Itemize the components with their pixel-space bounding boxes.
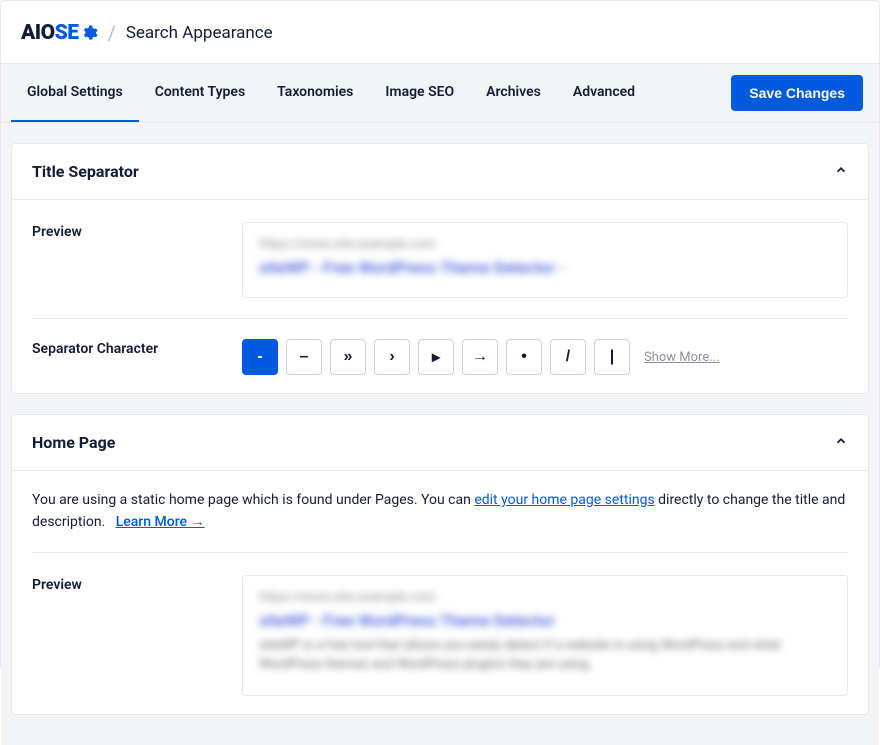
brand-logo: AIOSE bbox=[21, 21, 98, 45]
card-body: Preview https://www.site.example.com sit… bbox=[12, 200, 868, 393]
tab-archives[interactable]: Archives bbox=[470, 64, 557, 122]
card-title-separator: Title Separator Preview https://www.site… bbox=[11, 143, 869, 394]
preview-url: https://www.site.example.com bbox=[259, 237, 831, 252]
preview-content: https://www.site.example.com siteWP - Fr… bbox=[242, 575, 848, 696]
arrow-right-icon: → bbox=[191, 514, 205, 530]
preview-content: https://www.site.example.com siteWP - Fr… bbox=[242, 222, 848, 298]
row-separator: Separator Character - – » › ▸ → • / | Sh… bbox=[32, 335, 848, 375]
preview-label: Preview bbox=[32, 222, 242, 240]
content-area: Title Separator Preview https://www.site… bbox=[1, 123, 879, 745]
preview-url: https://www.site.example.com bbox=[259, 590, 831, 605]
card-header-title-separator[interactable]: Title Separator bbox=[12, 144, 868, 200]
logo-aio: AIO bbox=[21, 21, 55, 45]
show-more-link[interactable]: Show More... bbox=[644, 350, 720, 365]
card-title: Home Page bbox=[32, 433, 115, 452]
home-page-notice: You are using a static home page which i… bbox=[32, 489, 848, 553]
learn-more-link[interactable]: Learn More → bbox=[116, 514, 205, 530]
tabs-container: Global Settings Content Types Taxonomies… bbox=[11, 64, 651, 122]
separator-rsaquo[interactable]: › bbox=[374, 339, 410, 375]
preview-label: Preview bbox=[32, 575, 242, 593]
edit-home-page-link[interactable]: edit your home page settings bbox=[474, 492, 654, 508]
row-preview: Preview https://www.site.example.com sit… bbox=[32, 218, 848, 319]
preview-desc: siteWP is a free tool that allows you ea… bbox=[259, 636, 831, 675]
tab-image-seo[interactable]: Image SEO bbox=[369, 64, 470, 122]
separator-pipe[interactable]: | bbox=[594, 339, 630, 375]
save-button[interactable]: Save Changes bbox=[731, 75, 863, 111]
logo-seo: SE bbox=[55, 21, 98, 45]
separator-label: Separator Character bbox=[32, 339, 242, 357]
chevron-up-icon bbox=[834, 433, 848, 452]
tab-advanced[interactable]: Advanced bbox=[557, 64, 651, 122]
separator-dash[interactable]: - bbox=[242, 339, 278, 375]
separator-endash[interactable]: – bbox=[286, 339, 322, 375]
separator-bullet[interactable]: • bbox=[506, 339, 542, 375]
preview-box: https://www.site.example.com siteWP - Fr… bbox=[242, 222, 848, 298]
gear-icon bbox=[80, 24, 98, 42]
separator-raquo[interactable]: » bbox=[330, 339, 366, 375]
separator-slash[interactable]: / bbox=[550, 339, 586, 375]
preview-box: https://www.site.example.com siteWP - Fr… bbox=[242, 575, 848, 696]
preview-title: siteWP - Free WordPress Theme Detector bbox=[259, 611, 831, 630]
chevron-up-icon bbox=[834, 162, 848, 181]
card-header-home-page[interactable]: Home Page bbox=[12, 415, 868, 471]
row-preview-home: Preview https://www.site.example.com sit… bbox=[32, 571, 848, 696]
card-title: Title Separator bbox=[32, 162, 139, 181]
page-title: Search Appearance bbox=[126, 23, 273, 43]
tab-taxonomies[interactable]: Taxonomies bbox=[261, 64, 369, 122]
separator-triangle[interactable]: ▸ bbox=[418, 339, 454, 375]
tab-global-settings[interactable]: Global Settings bbox=[11, 64, 139, 122]
card-body: You are using a static home page which i… bbox=[12, 471, 868, 714]
app-header: AIOSE / Search Appearance bbox=[1, 1, 879, 63]
separator-arrow[interactable]: → bbox=[462, 339, 498, 375]
tab-content-types[interactable]: Content Types bbox=[139, 64, 261, 122]
notice-pre: You are using a static home page which i… bbox=[32, 492, 474, 508]
tab-bar: Global Settings Content Types Taxonomies… bbox=[1, 63, 879, 123]
preview-title: siteWP - Free WordPress Theme Detector - bbox=[259, 258, 831, 277]
separator-options: - – » › ▸ → • / | Show More... bbox=[242, 339, 848, 375]
breadcrumb-separator: / bbox=[108, 21, 116, 45]
